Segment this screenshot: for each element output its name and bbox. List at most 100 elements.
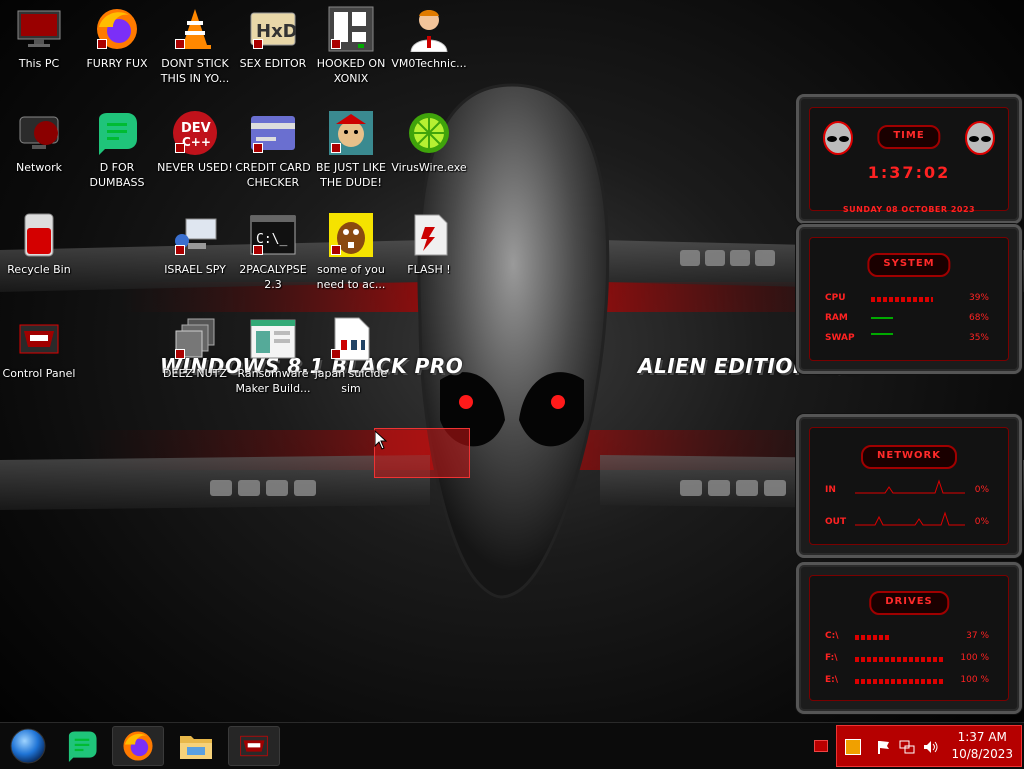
row-value: 68% (968, 313, 989, 323)
desktop-icon-be-just-like-the-dude[interactable]: BE JUST LIKE THE DUDE! (312, 110, 390, 190)
spy-network-icon (172, 212, 218, 258)
tray-app-icon[interactable] (845, 739, 861, 755)
row-value: 0% (974, 485, 989, 495)
row-value: 35% (968, 333, 989, 343)
shortcut-arrow-icon (331, 39, 341, 49)
stacked-windows-icon (172, 316, 218, 362)
row-bar (855, 657, 945, 662)
action-center-flag-icon[interactable] (875, 739, 891, 755)
desktop-icon-recycle-bin[interactable]: Recycle Bin (0, 212, 78, 277)
desktop-icon-some-of-you[interactable]: some of you need to ac... (312, 212, 390, 292)
desktop-icon-label: some of you need to ac... (316, 263, 386, 291)
desktop-icon-credit-card-checker[interactable]: CREDIT CARD CHECKER (234, 110, 312, 190)
desktop-icon-control-panel[interactable]: Control Panel (0, 316, 78, 381)
xonix-game-icon (328, 6, 374, 52)
drive-row-e: E:\ 100 % (825, 675, 989, 689)
row-value: 39% (968, 293, 989, 303)
row-key: IN (825, 485, 836, 495)
shortcut-arrow-icon (331, 245, 341, 255)
recycle-bin-icon (16, 212, 62, 258)
widget-title: NETWORK (860, 445, 958, 469)
desktop-icon-hooked-on-xonix[interactable]: HOOKED ON XONIX (312, 6, 390, 86)
network-globe-icon (16, 110, 62, 156)
desktop-icon-label: FURRY FUX (86, 57, 148, 70)
shortcut-arrow-icon (175, 349, 185, 359)
row-bar (871, 333, 893, 335)
desktop-icon-dont-stick[interactable]: DONT STICK THIS IN YO... (156, 6, 234, 86)
taskbar-chat-app[interactable] (56, 726, 108, 766)
volume-icon[interactable] (923, 739, 939, 755)
shortcut-arrow-icon (331, 143, 341, 153)
system-row-cpu: CPU 39% (825, 293, 989, 307)
shortcut-arrow-icon (253, 143, 263, 153)
desktop-icon-deez-nutz[interactable]: DEEZ NUTZ (156, 316, 234, 381)
tray-clock[interactable]: 1:37 AM 10/8/2023 (951, 729, 1013, 763)
shortcut-arrow-icon (175, 245, 185, 255)
desktop-icon-label: DONT STICK THIS IN YO... (160, 57, 230, 85)
desktop-icon-ransomware-maker[interactable]: Ransomware Maker Build... (234, 316, 312, 396)
network-row-out: OUT 0% (825, 511, 989, 531)
desktop-icon-label: VM0Technic... (391, 57, 467, 70)
taskbar-firefox[interactable] (112, 726, 164, 766)
desktop-icon-network[interactable]: Network (0, 110, 78, 175)
row-key: C:\ (825, 631, 839, 641)
widget-date: SUNDAY 08 OCTOBER 2023 (842, 205, 976, 214)
lime-icon (406, 110, 452, 156)
widget-title: SYSTEM (867, 253, 951, 277)
desktop-icon-japan-suicide-sim[interactable]: japan suicide sim (312, 316, 390, 396)
row-bar (855, 679, 945, 684)
alien-head-icon (963, 121, 997, 159)
desktop-icon-label: DEEZ NUTZ (163, 367, 227, 380)
shortcut-arrow-icon (97, 39, 107, 49)
desktop-icon-label: FLASH ! (407, 263, 451, 276)
flash-document-icon (406, 212, 452, 258)
row-value: 0% (974, 517, 989, 527)
drive-row-f: F:\ 100 % (825, 653, 989, 667)
desktop-icon-viruswire[interactable]: VirusWire.exe (390, 110, 468, 175)
desktop-icon-2pacalypse[interactable]: C:\_ 2PACALYPSE 2.3 (234, 212, 312, 292)
widget-clock: 1:37:02 (867, 163, 951, 182)
desktop-icon-label: BE JUST LIKE THE DUDE! (315, 161, 387, 189)
desktop-icon-label: This PC (18, 57, 60, 70)
desktop-icon-furry-fux[interactable]: FURRY FUX (78, 6, 156, 71)
svg-text:DEV: DEV (181, 121, 211, 136)
start-button[interactable] (2, 726, 54, 766)
terminal-icon: C:\_ (250, 212, 296, 258)
desktop-icon-this-pc[interactable]: This PC (0, 6, 78, 71)
desktop-icon-israel-spy[interactable]: ISRAEL SPY (156, 212, 234, 277)
desktop-icon-never-used[interactable]: DEV C++ NEVER USED! (156, 110, 234, 175)
desktop-icon-flash[interactable]: FLASH ! (390, 212, 468, 277)
desktop-icon-sex-editor[interactable]: HxD SEX EDITOR (234, 6, 312, 71)
shortcut-arrow-icon (253, 39, 263, 49)
row-bar (855, 635, 889, 640)
tray-overflow-icon[interactable] (814, 740, 828, 752)
beaver-icon (328, 212, 374, 258)
dude-character-icon (328, 110, 374, 156)
monitor-icon (16, 6, 62, 52)
row-bar (871, 317, 893, 319)
firefox-icon (123, 731, 153, 761)
desktop-icon-label: 2PACALYPSE 2.3 (239, 263, 307, 291)
row-key: CPU (825, 293, 846, 303)
desktop-icon-label: NEVER USED! (157, 161, 233, 174)
row-key: OUT (825, 517, 847, 527)
widget-title: DRIVES (869, 591, 949, 615)
alien-head-icon (821, 121, 855, 159)
shortcut-arrow-icon (253, 245, 263, 255)
network-widget: NETWORK IN 0% OUT 0% (796, 414, 1022, 558)
drag-selection-rectangle (374, 428, 470, 478)
network-graph-in (855, 479, 965, 494)
control-panel-icon (16, 316, 62, 362)
taskbar-file-explorer[interactable] (170, 726, 222, 766)
card-document-icon (328, 316, 374, 362)
desktop-icon-label: Network (16, 161, 62, 174)
credit-card-icon (250, 110, 296, 156)
network-status-icon[interactable] (899, 739, 915, 755)
control-panel-icon (240, 735, 268, 757)
window-app-icon (250, 316, 296, 362)
desktop-icon-label: Ransomware Maker Build... (235, 367, 311, 395)
desktop-icon-vm0technic[interactable]: VM0Technic... (390, 6, 468, 71)
desktop-icon-d-for-dumbass[interactable]: D FOR DUMBASS (78, 110, 156, 190)
mouse-cursor-icon (374, 430, 388, 450)
taskbar-control-panel[interactable] (228, 726, 280, 766)
